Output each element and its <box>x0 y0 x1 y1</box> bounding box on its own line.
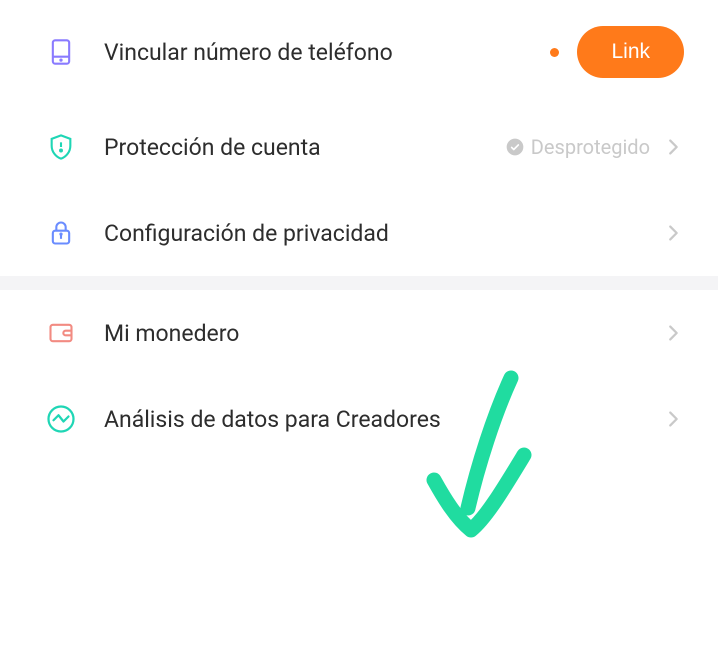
status-badge: Desprotegido <box>505 135 650 159</box>
link-button[interactable]: Link <box>577 26 684 78</box>
row-wallet[interactable]: Mi monedero <box>0 290 718 376</box>
chevron-right-icon <box>662 408 684 430</box>
wallet-icon <box>44 316 78 350</box>
row-link-phone[interactable]: Vincular número de teléfono Link <box>0 0 718 104</box>
lock-icon <box>44 216 78 250</box>
row-account-protection-label: Protección de cuenta <box>104 134 505 161</box>
row-privacy-settings[interactable]: Configuración de privacidad <box>0 190 718 276</box>
row-wallet-label: Mi monedero <box>104 320 662 347</box>
row-creator-analytics[interactable]: Análisis de datos para Creadores <box>0 376 718 462</box>
chevron-right-icon <box>662 222 684 244</box>
chevron-right-icon <box>662 136 684 158</box>
section-divider <box>0 276 718 290</box>
row-privacy-settings-label: Configuración de privacidad <box>104 220 662 247</box>
row-account-protection[interactable]: Protección de cuenta Desprotegido <box>0 104 718 190</box>
row-link-phone-label: Vincular número de teléfono <box>104 39 550 66</box>
chevron-right-icon <box>662 322 684 344</box>
phone-sim-icon <box>44 35 78 69</box>
status-text: Desprotegido <box>531 135 650 159</box>
shield-icon <box>44 130 78 164</box>
row-creator-analytics-label: Análisis de datos para Creadores <box>104 406 662 433</box>
notification-dot <box>550 48 559 57</box>
analytics-icon <box>44 402 78 436</box>
check-circle-icon <box>505 137 525 157</box>
